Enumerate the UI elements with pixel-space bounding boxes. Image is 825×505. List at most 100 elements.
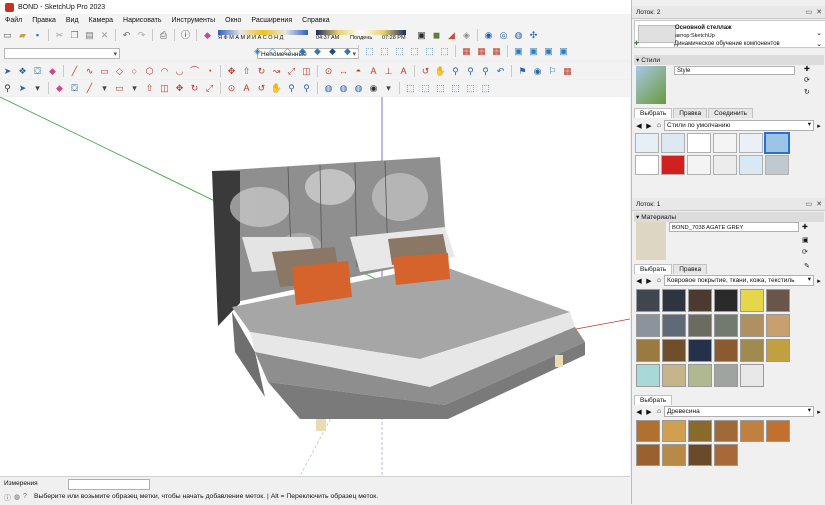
tape-measure-icon[interactable]: ⊙	[322, 65, 335, 77]
tab-materials-select[interactable]: Выбрать	[634, 264, 673, 274]
front-view-icon[interactable]: ⬚	[393, 45, 406, 57]
menu-file[interactable]: Файл	[0, 17, 27, 24]
material-swatch[interactable]	[714, 364, 738, 387]
save-icon[interactable]: ▪	[31, 29, 44, 41]
tab-materials-lower-select[interactable]: Выбрать	[634, 395, 673, 405]
solid-union-icon[interactable]: ▣	[512, 45, 525, 57]
print-icon[interactable]: ⎙	[157, 29, 170, 41]
menu-camera[interactable]: Камера	[84, 17, 118, 24]
styles-collection-select[interactable]: Стили по умолчанию	[664, 120, 814, 131]
rectangle-icon[interactable]: ▭	[98, 65, 111, 77]
material-swatch[interactable]	[636, 314, 660, 337]
menu-draw[interactable]: Нарисовать	[118, 17, 166, 24]
style-swatch[interactable]	[765, 155, 789, 175]
zoom-window-tool-icon[interactable]: ⚲	[464, 65, 477, 77]
materials-collapse-icon[interactable]: ▾	[636, 213, 639, 221]
material-swatch[interactable]	[740, 289, 764, 312]
section-plane-icon[interactable]: ▦	[460, 45, 473, 57]
select-tool-icon[interactable]: ➤	[16, 82, 29, 94]
dimension-icon[interactable]: ↔	[337, 65, 350, 77]
material-swatch[interactable]	[688, 364, 712, 387]
section-fill-icon[interactable]: ▦	[475, 45, 488, 57]
material-swatch[interactable]	[662, 339, 686, 362]
help-icon[interactable]: ?	[23, 493, 27, 500]
component-expand-icon[interactable]: ⌄	[816, 29, 822, 37]
offset-tool-icon[interactable]: ◫	[158, 82, 171, 94]
move-icon[interactable]: ✥	[225, 65, 238, 77]
menu-tools[interactable]: Инструменты	[166, 17, 220, 24]
text-icon[interactable]: A	[367, 65, 380, 77]
rect-dropdown-icon[interactable]: ▾	[128, 82, 141, 94]
text-tool-icon[interactable]: A	[240, 82, 253, 94]
section-cuts-icon[interactable]: ▦	[490, 45, 503, 57]
style-details-icon[interactable]: ↻	[804, 88, 810, 96]
home-icon[interactable]: ⌂	[654, 122, 664, 129]
wood-swatch[interactable]	[662, 420, 686, 442]
materials-lower-select[interactable]: Древесина	[664, 406, 814, 417]
style-swatch[interactable]	[661, 133, 685, 153]
solid-split-icon[interactable]: ▣	[557, 45, 570, 57]
account-icon[interactable]: ◉	[367, 82, 380, 94]
ext-warehouse-tool-icon[interactable]: ◍	[337, 82, 350, 94]
tab-styles-edit[interactable]: Правка	[673, 108, 708, 118]
tab-materials-edit[interactable]: Правка	[673, 264, 708, 274]
select-arrow-icon[interactable]: ➤	[1, 65, 14, 77]
shaded-textures-icon[interactable]: ◆	[326, 45, 339, 57]
make-component-icon[interactable]: ❖	[16, 65, 29, 77]
material-cube-icon[interactable]: ▣	[802, 236, 809, 244]
orbit-icon[interactable]: ◍	[512, 29, 525, 41]
redo-icon[interactable]: ↷	[135, 29, 148, 41]
menu-extensions[interactable]: Расширения	[246, 17, 297, 24]
push-pull-icon[interactable]: ⇧	[240, 65, 253, 77]
material-swatch[interactable]	[740, 339, 764, 362]
extension-warehouse-icon[interactable]: ◼	[430, 29, 443, 41]
wood-swatch[interactable]	[688, 444, 712, 466]
model-viewport[interactable]	[0, 97, 630, 476]
material-name-input[interactable]: BOND_7038 AGATE GREY	[669, 222, 799, 232]
select-dropdown-icon[interactable]: ▾	[31, 82, 44, 94]
material-swatch[interactable]	[714, 339, 738, 362]
layout-tool-icon[interactable]: ◍	[352, 82, 365, 94]
wood-swatch[interactable]	[740, 420, 764, 442]
desc-expand-icon[interactable]: ⌄	[816, 40, 822, 48]
style-swatch[interactable]	[687, 155, 711, 175]
style-swatch[interactable]	[635, 133, 659, 153]
paint-tool-icon[interactable]: ⛋	[68, 82, 81, 94]
materials-home-icon[interactable]: ⌂	[654, 277, 664, 284]
look-around-icon[interactable]: ◉	[531, 65, 544, 77]
rotate-icon[interactable]: ↻	[255, 65, 268, 77]
wood-swatch[interactable]	[766, 420, 790, 442]
material-swatch[interactable]	[636, 364, 660, 387]
scale-icon[interactable]: ⤢	[285, 65, 298, 77]
hidden-line-icon[interactable]: ◆	[296, 45, 309, 57]
freehand-icon[interactable]: ∿	[83, 65, 96, 77]
section-tool-icon[interactable]: ▦	[561, 65, 574, 77]
wireframe-icon[interactable]: ◇	[281, 45, 294, 57]
iso-tool-icon[interactable]: ⬚	[404, 82, 417, 94]
arc-3pt-icon[interactable]: ⌒	[188, 65, 201, 77]
rotated-rect-icon[interactable]: ◇	[113, 65, 126, 77]
zoom-ext-tool-icon[interactable]: ⚲	[300, 82, 313, 94]
protractor-icon[interactable]: ◓	[352, 65, 365, 77]
material-swatch[interactable]	[766, 339, 790, 362]
materials-details-icon[interactable]: ▸	[814, 277, 824, 285]
pan-icon[interactable]: ✋	[434, 65, 447, 77]
3d-warehouse-icon[interactable]: ▣	[415, 29, 428, 41]
menu-view[interactable]: Вид	[61, 17, 84, 24]
zoom-window-icon[interactable]: ◎	[497, 29, 510, 41]
zoom-extents-icon[interactable]: ◉	[482, 29, 495, 41]
line-dropdown-icon[interactable]: ▾	[98, 82, 111, 94]
monochrome-icon[interactable]: ◆	[341, 45, 354, 57]
pie-icon[interactable]: ◔	[203, 65, 216, 77]
polygon-icon[interactable]: ⬡	[143, 65, 156, 77]
materials-back-icon[interactable]: ◀	[634, 277, 644, 285]
new-file-icon[interactable]: ▭	[1, 29, 14, 41]
scene-select[interactable]	[4, 47, 120, 60]
shaded-icon[interactable]: ◆	[311, 45, 324, 57]
material-swatch[interactable]	[714, 289, 738, 312]
back-arrow-icon[interactable]: ◀	[634, 122, 644, 130]
material-swatch[interactable]	[636, 339, 660, 362]
walk-icon[interactable]: ⚐	[546, 65, 559, 77]
arc-2pt-icon[interactable]: ◡	[173, 65, 186, 77]
style-swatch[interactable]	[635, 155, 659, 175]
